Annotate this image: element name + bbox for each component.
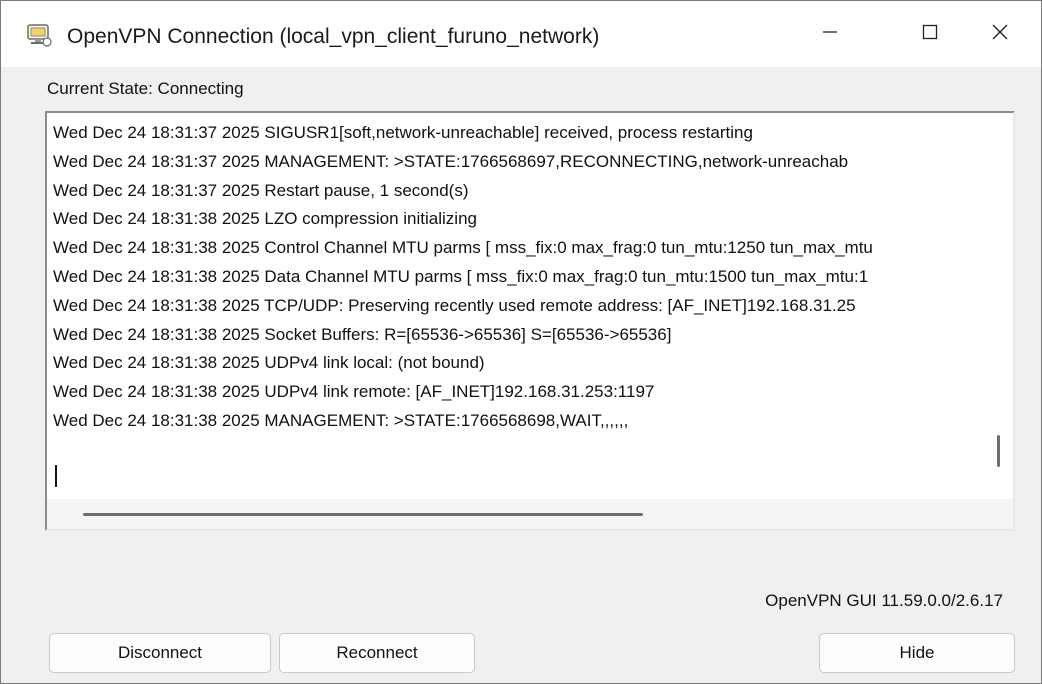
close-icon <box>991 23 1009 46</box>
log-line: Wed Dec 24 18:31:38 2025 LZO compression… <box>53 209 477 229</box>
version-label: OpenVPN GUI 11.59.0.0/2.6.17 <box>765 591 1003 610</box>
text-caret <box>55 465 57 487</box>
maximize-icon <box>921 23 939 46</box>
log-line: Wed Dec 24 18:31:38 2025 MANAGEMENT: >ST… <box>53 410 629 430</box>
log-output-box[interactable]: Wed Dec 24 18:31:37 2025 SIGUSR1[soft,ne… <box>45 111 1015 531</box>
openvpn-monitor-icon <box>25 23 53 49</box>
log-line: Wed Dec 24 18:31:38 2025 TCP/UDP: Preser… <box>53 295 856 315</box>
openvpn-connection-window: OpenVPN Connection (local_vpn_client_fur… <box>0 0 1042 684</box>
current-state-label: Current State: Connecting <box>47 79 244 98</box>
reconnect-button[interactable]: Reconnect <box>279 633 475 673</box>
window-title: OpenVPN Connection (local_vpn_client_fur… <box>67 25 600 48</box>
log-line: Wed Dec 24 18:31:37 2025 SIGUSR1[soft,ne… <box>53 123 753 142</box>
maximize-button[interactable] <box>897 1 963 67</box>
vertical-scroll-thumb[interactable] <box>997 435 1000 467</box>
minimize-icon <box>821 23 839 46</box>
log-line: Wed Dec 24 18:31:37 2025 Restart pause, … <box>53 180 469 200</box>
log-line: Wed Dec 24 18:31:38 2025 Control Channel… <box>53 238 873 258</box>
log-line: Wed Dec 24 18:31:38 2025 UDPv4 link remo… <box>53 382 655 402</box>
close-button[interactable] <box>967 1 1033 67</box>
horizontal-scroll-thumb[interactable] <box>83 513 643 516</box>
log-line: Wed Dec 24 18:31:38 2025 Data Channel MT… <box>53 266 869 286</box>
title-bar[interactable]: OpenVPN Connection (local_vpn_client_fur… <box>1 1 1041 67</box>
log-line: Wed Dec 24 18:31:38 2025 Socket Buffers:… <box>53 324 672 344</box>
disconnect-button[interactable]: Disconnect <box>49 633 271 673</box>
hide-button[interactable]: Hide <box>819 633 1015 673</box>
log-line: Wed Dec 24 18:31:37 2025 MANAGEMENT: >ST… <box>53 151 849 171</box>
vertical-scrollbar[interactable] <box>983 113 1013 499</box>
log-text-area[interactable]: Wed Dec 24 18:31:37 2025 SIGUSR1[soft,ne… <box>47 113 983 499</box>
minimize-button[interactable] <box>797 1 863 67</box>
horizontal-scrollbar[interactable] <box>47 499 1013 529</box>
log-line: Wed Dec 24 18:31:38 2025 UDPv4 link loca… <box>53 353 485 373</box>
